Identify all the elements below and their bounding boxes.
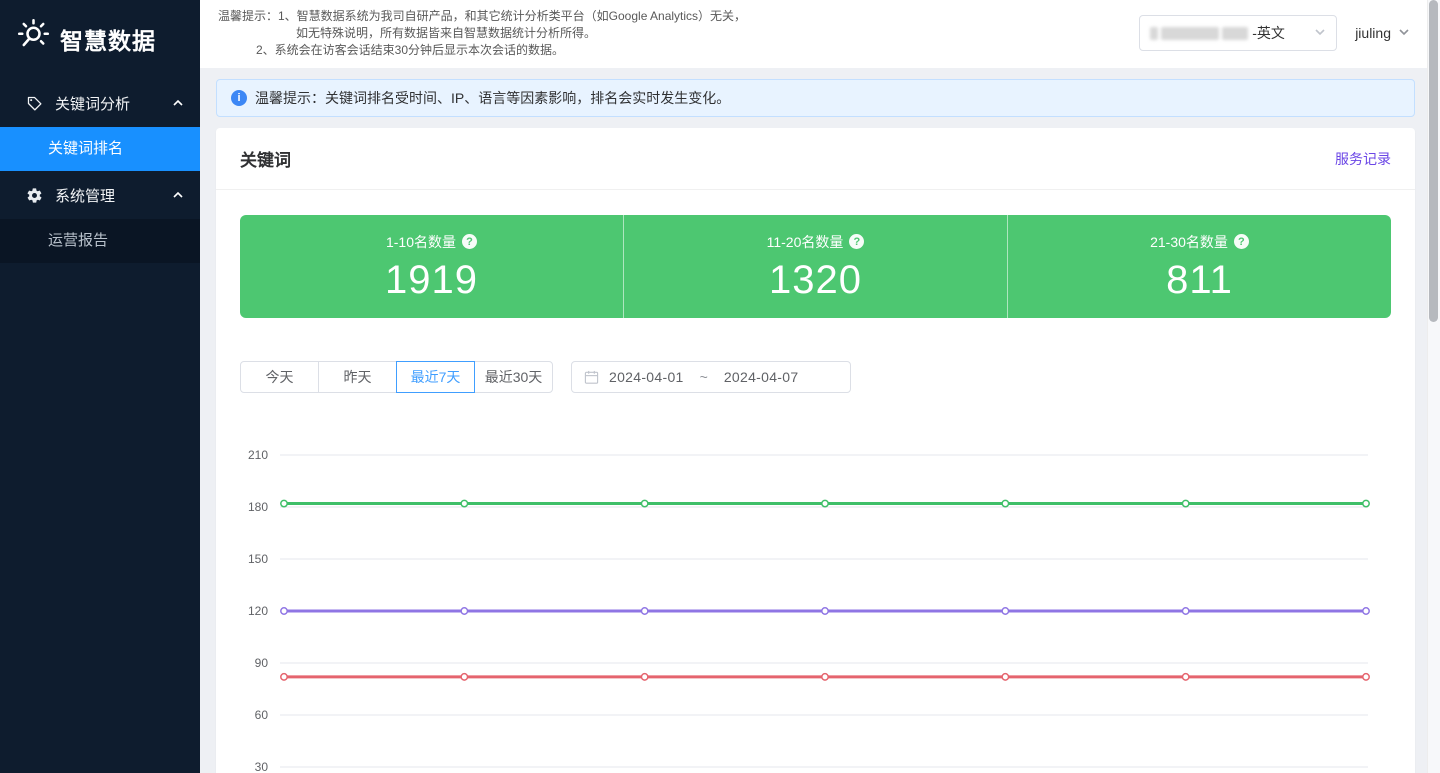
stat-label: 11-20名数量 [767,232,844,252]
stat-rank-11-20: 11-20名数量 ? 1320 [623,215,1007,318]
keyword-rank-line-chart[interactable]: 210 180 150 120 90 60 30 [216,443,1415,773]
username: jiuling [1355,25,1391,41]
disclaimer-line-2: 如无特殊说明，所有数据皆来自智慧数据统计分析所得。 [218,25,746,42]
stat-label: 21-30名数量 [1150,232,1228,252]
info-alert: i 温馨提示：关键词排名受时间、IP、语言等因素影响，排名会实时发生变化。 [216,79,1415,117]
svg-text:150: 150 [248,552,268,566]
chevron-down-icon [1398,25,1410,41]
sidebar: 智慧数据 关键词分析 关键词排名 [0,0,200,773]
help-icon[interactable]: ? [1234,234,1249,249]
sidebar-item-keyword-ranking[interactable]: 关键词排名 [0,127,200,171]
sidebar-item-label: 系统管理 [55,185,160,206]
help-icon[interactable]: ? [462,234,477,249]
main-area: 温馨提示：1、智慧数据系统为我司自研产品，和其它统计分析类平台（如Google … [200,0,1440,773]
rank-stats-banner: 1-10名数量 ? 1919 11-20名数量 ? 1320 [240,215,1391,318]
sidebar-item-keyword-analysis[interactable]: 关键词分析 [0,79,200,127]
svg-text:120: 120 [248,604,268,618]
page-scrollbar[interactable] [1427,0,1440,773]
chevron-up-icon [172,97,184,109]
site-select-suffix: -英文 [1252,23,1285,43]
keyword-card: 关键词 服务记录 1-10名数量 ? 1919 11-20名数量 [216,128,1415,773]
stat-rank-21-30: 21-30名数量 ? 811 [1007,215,1391,318]
date-range-picker[interactable]: 2024-04-01 ~ 2024-04-07 [571,361,851,393]
app-title: 智慧数据 [60,22,156,56]
scrollbar-thumb[interactable] [1429,0,1438,322]
date-start-value: 2024-04-01 [609,369,684,385]
svg-text:60: 60 [255,708,269,722]
help-icon[interactable]: ? [849,234,864,249]
filter-last30days-button[interactable]: 最近30天 [474,361,553,393]
page-title: 关键词 [240,146,291,171]
filter-today-button[interactable]: 今天 [240,361,319,393]
info-icon: i [231,90,247,106]
top-header: 温馨提示：1、智慧数据系统为我司自研产品，和其它统计分析类平台（如Google … [200,0,1440,68]
svg-text:30: 30 [255,760,269,773]
keyword-card-header: 关键词 服务记录 [216,128,1415,190]
header-right: -英文 jiuling [1139,15,1410,51]
stat-value: 1919 [385,258,478,302]
sidebar-item-system-management[interactable]: 系统管理 [0,171,200,219]
filter-yesterday-button[interactable]: 昨天 [318,361,397,393]
site-select[interactable]: -英文 [1139,15,1337,51]
header-disclaimer: 温馨提示：1、智慧数据系统为我司自研产品，和其它统计分析类平台（如Google … [218,8,746,59]
stat-rank-1-10: 1-10名数量 ? 1919 [240,215,623,318]
stat-value: 811 [1166,258,1233,302]
date-end-value: 2024-04-07 [724,369,799,385]
service-record-link[interactable]: 服务记录 [1335,149,1391,169]
disclaimer-line-3: 2、系统会在访客会话结束30分钟后显示本次会话的数据。 [218,42,746,59]
sidebar-item-label: 关键词分析 [55,93,160,114]
redacted-site-name [1150,27,1248,40]
app-logo: 智慧数据 [0,0,200,79]
svg-text:180: 180 [248,500,268,514]
tag-icon [26,95,43,112]
gear-icon [26,187,43,204]
stat-label: 1-10名数量 [386,232,456,252]
svg-text:90: 90 [255,656,269,670]
disclaimer-line-1: 温馨提示：1、智慧数据系统为我司自研产品，和其它统计分析类平台（如Google … [218,8,746,25]
calendar-icon [584,370,599,385]
sidebar-nav: 关键词分析 关键词排名 系统管理 运营报告 [0,79,200,263]
filter-last7days-button[interactable]: 最近7天 [396,361,475,393]
svg-text:210: 210 [248,448,268,462]
date-filters: 今天 昨天 最近7天 最近30天 [240,361,1391,393]
alert-text: 温馨提示：关键词排名受时间、IP、语言等因素影响，排名会实时发生变化。 [255,88,730,108]
date-separator: ~ [694,369,714,385]
user-menu[interactable]: jiuling [1355,25,1410,41]
content-area: i 温馨提示：关键词排名受时间、IP、语言等因素影响，排名会实时发生变化。 关键… [200,68,1440,773]
sidebar-item-operation-report[interactable]: 运营报告 [0,219,200,263]
chart-canvas: 210 180 150 120 90 60 30 [216,443,1415,773]
chevron-up-icon [172,189,184,201]
logo-sun-magnifier-icon [14,18,50,59]
date-range-button-group: 今天 昨天 最近7天 最近30天 [240,361,553,393]
chevron-down-icon [1314,25,1326,41]
app-window: 智慧数据 关键词分析 关键词排名 [0,0,1440,773]
stat-value: 1320 [769,258,862,302]
